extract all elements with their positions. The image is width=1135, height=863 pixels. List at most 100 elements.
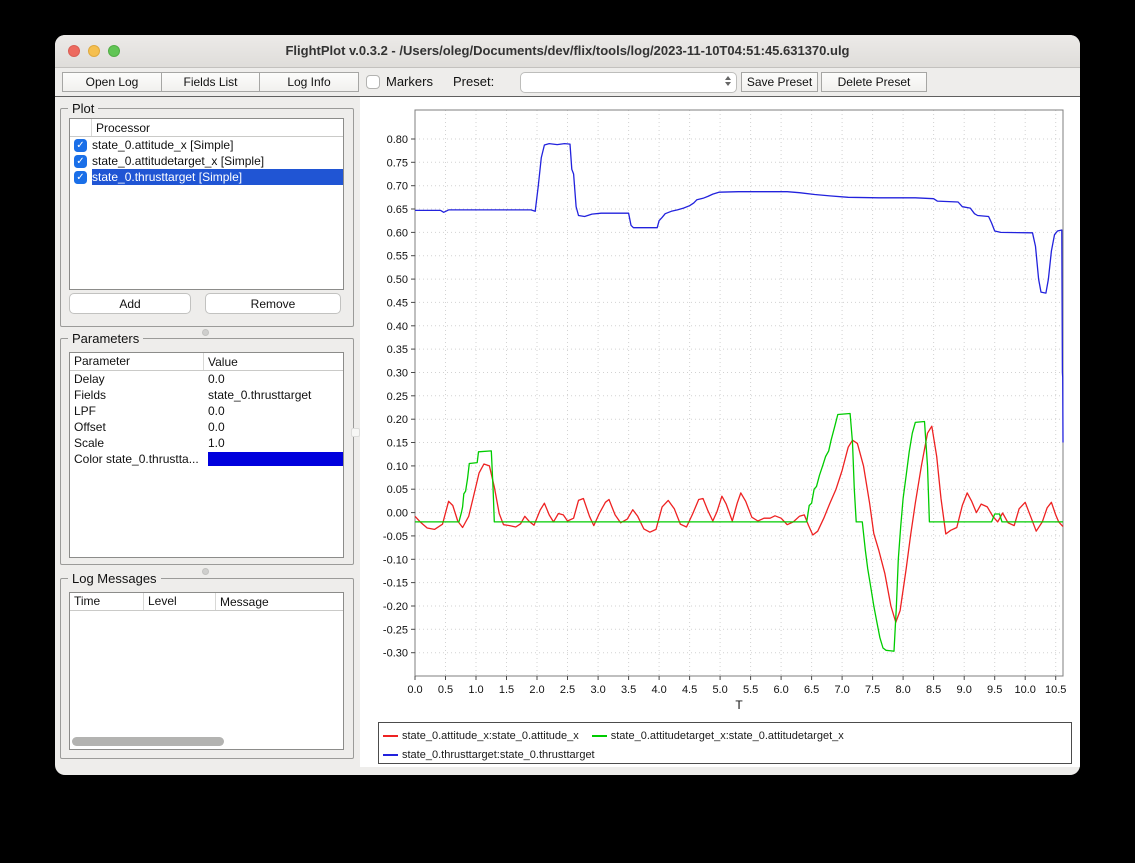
svg-text:10.0: 10.0 <box>1014 684 1035 696</box>
time-column-header[interactable]: Time <box>70 593 144 610</box>
svg-text:1.0: 1.0 <box>468 684 483 696</box>
parameter-column-header[interactable]: Parameter <box>70 353 204 370</box>
delete-preset-button[interactable]: Delete Preset <box>821 72 927 92</box>
save-preset-button[interactable]: Save Preset <box>741 72 818 92</box>
svg-text:5.0: 5.0 <box>712 684 727 696</box>
svg-text:2.5: 2.5 <box>560 684 575 696</box>
svg-text:7.5: 7.5 <box>865 684 880 696</box>
log-info-button[interactable]: Log Info <box>259 72 359 92</box>
svg-text:0.80: 0.80 <box>387 134 408 146</box>
chart-panel: -0.30-0.25-0.20-0.15-0.10-0.050.000.050.… <box>360 97 1080 767</box>
legend-line-swatch <box>592 735 607 737</box>
legend-label: state_0.attitude_x:state_0.attitude_x <box>402 730 579 742</box>
param-value[interactable]: 0.0 <box>204 404 343 418</box>
svg-text:0.00: 0.00 <box>387 508 408 520</box>
svg-text:0.35: 0.35 <box>387 344 408 356</box>
signal-checkbox[interactable]: ✓ <box>74 139 87 152</box>
legend-line-swatch <box>383 754 398 756</box>
svg-text:-0.30: -0.30 <box>383 648 408 660</box>
fields-list-button[interactable]: Fields List <box>161 72 260 92</box>
splitter-handle[interactable] <box>202 329 209 336</box>
legend-entry: state_0.attitude_x:state_0.attitude_x <box>383 730 579 742</box>
param-value[interactable]: state_0.thrusttarget <box>204 388 343 402</box>
signal-row[interactable]: ✓ state_0.attitudetarget_x [Simple] <box>70 153 343 169</box>
preset-select[interactable] <box>520 72 737 93</box>
signal-label[interactable]: state_0.attitude_x [Simple] <box>92 137 343 153</box>
signal-label[interactable]: state_0.attitudetarget_x [Simple] <box>92 153 343 169</box>
level-column-header[interactable]: Level <box>144 593 216 610</box>
param-value[interactable]: 0.0 <box>204 420 343 434</box>
legend-label: state_0.attitudetarget_x:state_0.attitud… <box>611 730 844 742</box>
signal-label[interactable]: state_0.thrusttarget [Simple] <box>92 169 343 185</box>
close-button[interactable] <box>68 45 80 57</box>
param-row[interactable]: LPF0.0 <box>70 403 343 419</box>
processor-column-header[interactable]: Processor <box>92 121 150 135</box>
add-button[interactable]: Add <box>69 293 191 314</box>
param-row[interactable]: Offset0.0 <box>70 419 343 435</box>
param-row[interactable]: Delay0.0 <box>70 371 343 387</box>
svg-text:8.0: 8.0 <box>895 684 910 696</box>
app-window: FlightPlot v.0.3.2 - /Users/oleg/Documen… <box>55 35 1080 775</box>
svg-text:1.5: 1.5 <box>499 684 514 696</box>
svg-text:0.15: 0.15 <box>387 438 408 450</box>
remove-button[interactable]: Remove <box>205 293 341 314</box>
toolbar: Open Log Fields List Log Info Markers Pr… <box>55 67 1080 97</box>
param-value[interactable] <box>204 452 343 466</box>
parameters-table[interactable]: Parameter Value Delay0.0Fieldsstate_0.th… <box>69 352 344 558</box>
svg-text:0.05: 0.05 <box>387 484 408 496</box>
splitter-handle[interactable] <box>202 568 209 575</box>
svg-text:3.5: 3.5 <box>621 684 636 696</box>
signal-row[interactable]: ✓ state_0.attitude_x [Simple] <box>70 137 343 153</box>
param-name: Delay <box>70 372 204 386</box>
svg-text:-0.10: -0.10 <box>383 554 408 566</box>
open-log-button[interactable]: Open Log <box>62 72 162 92</box>
legend-entry: state_0.thrusttarget:state_0.thrusttarge… <box>383 749 595 761</box>
minimize-button[interactable] <box>88 45 100 57</box>
svg-text:0.55: 0.55 <box>387 251 408 263</box>
svg-text:9.0: 9.0 <box>957 684 972 696</box>
svg-text:9.5: 9.5 <box>987 684 1002 696</box>
svg-text:0.70: 0.70 <box>387 181 408 193</box>
zoom-button[interactable] <box>108 45 120 57</box>
svg-text:3.0: 3.0 <box>590 684 605 696</box>
svg-text:0.40: 0.40 <box>387 321 408 333</box>
svg-text:-0.15: -0.15 <box>383 578 408 590</box>
message-column-header[interactable]: Message <box>216 595 269 609</box>
param-row[interactable]: Color state_0.thrustta... <box>70 451 343 467</box>
signal-checkbox[interactable]: ✓ <box>74 171 87 184</box>
titlebar[interactable]: FlightPlot v.0.3.2 - /Users/oleg/Documen… <box>55 35 1080 68</box>
signal-checkbox[interactable]: ✓ <box>74 155 87 168</box>
log-messages-table[interactable]: Time Level Message <box>69 592 344 750</box>
chevron-up-down-icon <box>725 76 731 86</box>
param-row[interactable]: Scale1.0 <box>70 435 343 451</box>
param-name: Color state_0.thrustta... <box>70 452 204 466</box>
svg-text:10.5: 10.5 <box>1045 684 1066 696</box>
signal-list[interactable]: Processor ✓ state_0.attitude_x [Simple] ✓ s… <box>69 118 344 290</box>
svg-text:2.0: 2.0 <box>529 684 544 696</box>
plot-group-title: Plot <box>68 101 98 116</box>
horizontal-scrollbar-thumb[interactable] <box>72 737 224 746</box>
svg-text:0.60: 0.60 <box>387 227 408 239</box>
svg-text:0.10: 0.10 <box>387 461 408 473</box>
signal-list-header[interactable]: Processor <box>70 119 343 137</box>
vertical-splitter-handle[interactable] <box>351 428 360 437</box>
svg-text:0.45: 0.45 <box>387 297 408 309</box>
signal-row[interactable]: ✓ state_0.thrusttarget [Simple] <box>70 169 343 185</box>
log-table-header[interactable]: Time Level Message <box>70 593 343 611</box>
param-value[interactable]: 0.0 <box>204 372 343 386</box>
param-row[interactable]: Fieldsstate_0.thrusttarget <box>70 387 343 403</box>
chart-svg[interactable]: -0.30-0.25-0.20-0.15-0.10-0.050.000.050.… <box>365 97 1077 722</box>
log-messages-group-title: Log Messages <box>68 571 161 586</box>
legend-row-1: state_0.attitude_x:state_0.attitude_x sta… <box>383 726 1071 745</box>
svg-text:0.50: 0.50 <box>387 274 408 286</box>
color-swatch[interactable] <box>208 452 343 466</box>
markers-checkbox[interactable] <box>366 75 380 89</box>
svg-text:8.5: 8.5 <box>926 684 941 696</box>
svg-text:-0.25: -0.25 <box>383 624 408 636</box>
svg-text:4.5: 4.5 <box>682 684 697 696</box>
value-column-header[interactable]: Value <box>204 355 238 369</box>
param-name: Fields <box>70 388 204 402</box>
parameters-table-header[interactable]: Parameter Value <box>70 353 343 371</box>
param-value[interactable]: 1.0 <box>204 436 343 450</box>
svg-text:0.25: 0.25 <box>387 391 408 403</box>
